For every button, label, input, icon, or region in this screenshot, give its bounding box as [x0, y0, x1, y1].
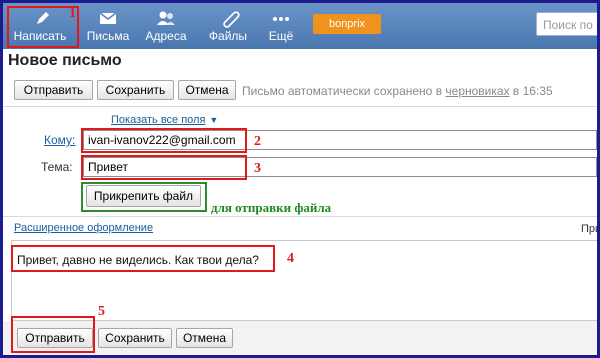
- attach-note: для отправки файла: [211, 200, 332, 215]
- send-button-top[interactable]: Отправить: [14, 80, 93, 100]
- show-all-fields-link[interactable]: Показать все поля ▼: [111, 114, 218, 126]
- highlight-to-field: [81, 128, 247, 153]
- top-navigation: Написать Письма Адреса Файлы Ещё bonprix…: [3, 3, 597, 49]
- chevron-down-icon: ▼: [209, 115, 219, 125]
- mail-compose-window: Написать Письма Адреса Файлы Ещё bonprix…: [0, 0, 600, 358]
- step-4-marker: 4: [287, 251, 294, 266]
- cancel-button-bottom[interactable]: Отмена: [176, 328, 233, 348]
- envelope-icon: [99, 12, 117, 24]
- step-5-marker: 5: [98, 304, 105, 319]
- autosave-prefix: Письмо автоматически сохранено в: [242, 84, 446, 98]
- search-input[interactable]: Поиск по почте: [536, 12, 597, 36]
- page-title: Новое письмо: [8, 52, 122, 69]
- paperclip-icon: [223, 11, 240, 28]
- step-1-marker: 1: [69, 6, 76, 21]
- nav-letters[interactable]: Письма: [83, 3, 133, 49]
- autosave-status: Письмо автоматически сохранено в чернови…: [242, 84, 553, 98]
- editor-divider: [3, 216, 597, 217]
- highlight-message-body: [11, 245, 275, 272]
- contacts-icon: [157, 11, 175, 25]
- subject-label: Тема:: [41, 160, 73, 174]
- nav-letters-label: Письма: [86, 29, 130, 43]
- nav-files[interactable]: Файлы: [203, 3, 253, 49]
- toolbar-divider: [3, 106, 597, 107]
- save-button-top[interactable]: Сохранить: [97, 80, 174, 100]
- nav-contacts[interactable]: Адреса: [141, 3, 191, 49]
- highlight-subject-field: [81, 155, 247, 180]
- bonprix-link[interactable]: bonprix: [313, 14, 381, 34]
- to-label[interactable]: Кому:: [44, 133, 75, 147]
- step-3-marker: 3: [254, 161, 261, 176]
- cancel-button-top[interactable]: Отмена: [178, 80, 236, 100]
- editor-right-label[interactable]: При: [581, 223, 597, 235]
- nav-contacts-label: Адреса: [145, 29, 187, 43]
- step-2-marker: 2: [254, 134, 261, 149]
- nav-files-label: Файлы: [208, 29, 248, 43]
- nav-more-label: Ещё: [268, 29, 294, 43]
- rich-formatting-link[interactable]: Расширенное оформление: [14, 222, 153, 234]
- show-all-fields-label: Показать все поля: [111, 114, 206, 126]
- highlight-send-bottom: [11, 316, 95, 353]
- more-dots-icon: [273, 17, 289, 21]
- drafts-link[interactable]: черновиках: [445, 84, 509, 98]
- autosave-suffix: в 16:35: [509, 84, 553, 98]
- save-button-bottom[interactable]: Сохранить: [98, 328, 172, 348]
- highlight-attach-button: [81, 182, 207, 212]
- nav-more[interactable]: Ещё: [261, 3, 301, 49]
